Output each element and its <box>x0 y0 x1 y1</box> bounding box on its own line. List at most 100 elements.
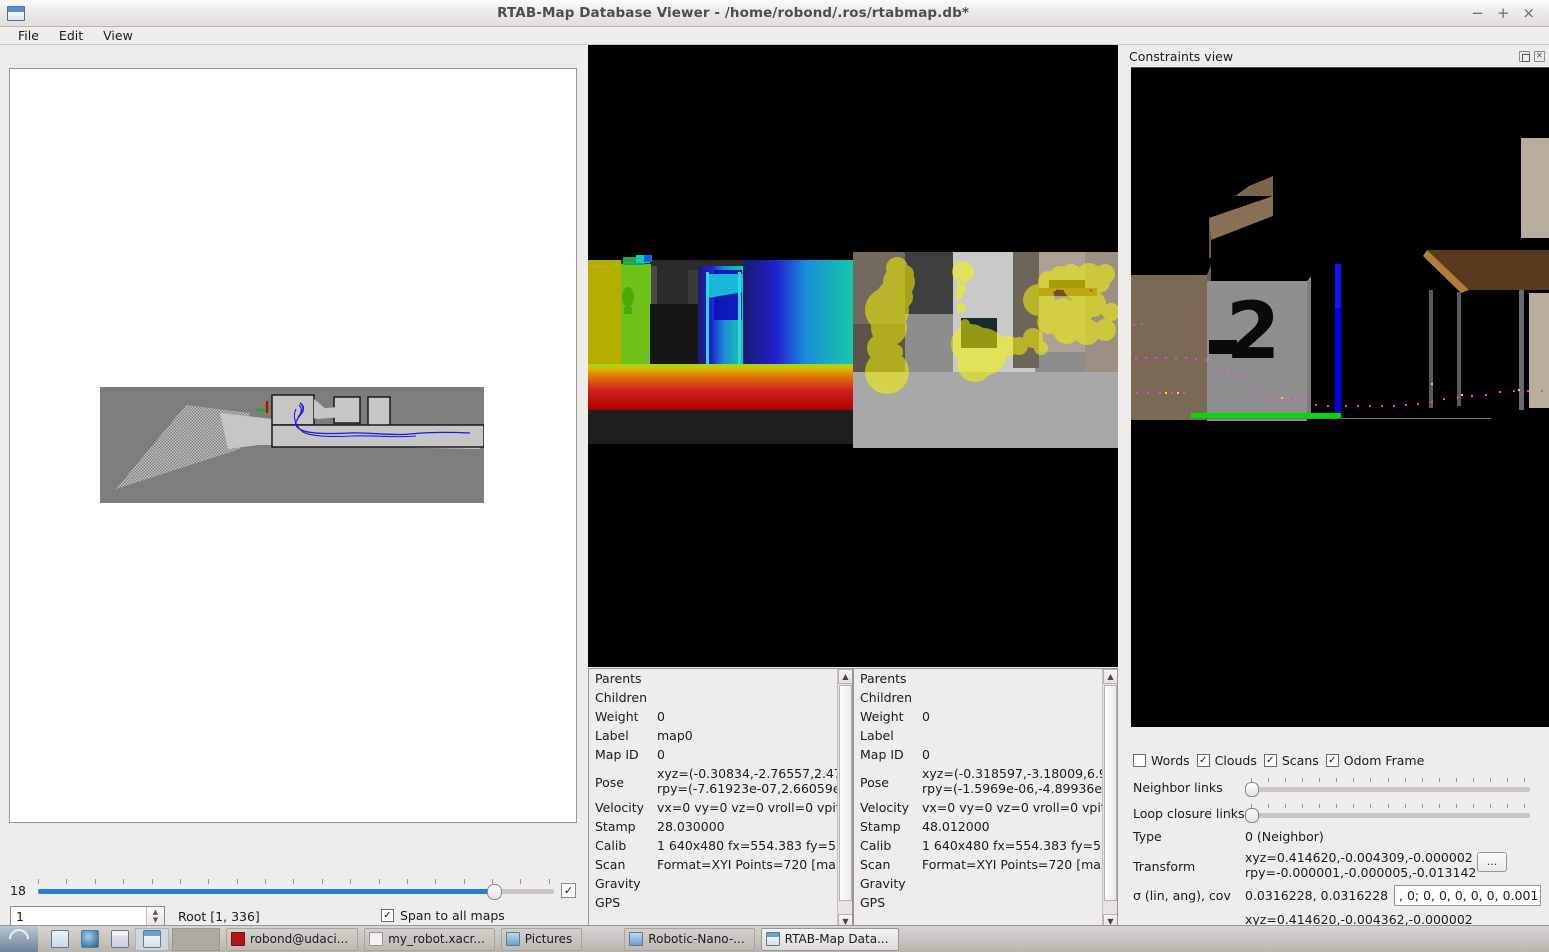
info-right-vertical-scrollbar[interactable]: ▲ ▼ <box>1102 669 1117 929</box>
menu-edit[interactable]: Edit <box>49 27 93 44</box>
info-row: Pose xyz=(-0.30834,-2.76557,2.476 rpy=(-7… <box>589 764 838 798</box>
constraints-view-dock-title: Constraints view ✕ <box>1125 45 1549 67</box>
minimize-button[interactable]: − <box>1471 5 1484 21</box>
info-row: Map ID 0 <box>589 745 838 764</box>
neighbor-links-slider[interactable] <box>1245 778 1530 800</box>
checkbox-words[interactable]: Words <box>1133 753 1190 768</box>
rgb-features-image-view[interactable] <box>853 252 1118 452</box>
graph-view-panel: 18 ✓ 1 ▲ ▼ Root [1, 336] ✓ Span to all m… <box>0 45 586 948</box>
sigma-value: 0.0316228, 0.0316228 <box>1245 888 1389 903</box>
taskbar-item-pictures[interactable]: Pictures <box>500 927 583 951</box>
point-cloud-render: 2 <box>1131 68 1549 727</box>
slider-fill <box>38 889 493 894</box>
constraints-view-float-icon[interactable] <box>1519 50 1530 62</box>
loop-closure-links-slider[interactable] <box>1245 804 1530 826</box>
info-key: Map ID <box>595 747 639 762</box>
scrollbar-thumb[interactable] <box>1104 685 1117 901</box>
span-to-all-maps-checkbox[interactable]: ✓ Span to all maps <box>381 908 505 923</box>
info-row: Scan Format=XYI Points=720 [max <box>589 855 838 874</box>
sigma-row: σ (lin, ang), cov 0.0316228, 0.0316228 <box>1133 888 1388 903</box>
info-row: GPS <box>854 893 1103 912</box>
info-value: 48.012000 <box>922 819 990 834</box>
info-value: map0 <box>657 728 693 743</box>
taskbar-item-label: robond@udaci... <box>250 932 349 946</box>
scans-checkbox-box[interactable]: ✓ <box>1263 754 1277 767</box>
menubar: File Edit View <box>0 27 1549 45</box>
slider-handle[interactable] <box>1245 782 1259 797</box>
slider-handle[interactable] <box>486 884 502 900</box>
covariance-field[interactable]: , 0; 0, 0, 0, 0, 0, 0.001] <box>1394 885 1541 906</box>
spinbox-down-icon[interactable]: ▼ <box>153 916 158 924</box>
node-info-left-table: Parents Children Weight 0 Label map0 Map I… <box>589 669 838 912</box>
info-value: xyz=(-0.30834,-2.76557,2.476 rpy=(-7.619… <box>657 766 838 796</box>
taskbar-blank-slot <box>172 927 220 951</box>
taskbar-item-rtabmap[interactable]: RTAB-Map Data... <box>760 927 899 951</box>
graph-view-canvas[interactable] <box>9 68 577 823</box>
taskbar-item-xacro[interactable]: my_robot.xacr... <box>364 927 495 951</box>
close-button[interactable]: × <box>1522 5 1535 21</box>
graph-node-slider[interactable] <box>38 878 554 904</box>
transform-value: xyz=0.414620,-0.004309,-0.000002 rpy=-0.… <box>1245 850 1477 880</box>
menu-view[interactable]: View <box>93 27 143 44</box>
window-titlebar: RTAB-Map Database Viewer - /home/robond/… <box>0 0 1549 27</box>
span-checkbox-box[interactable]: ✓ <box>381 909 394 922</box>
root-id-spinbox[interactable]: 1 ▲ ▼ <box>10 906 165 926</box>
checkbox-odom-frame[interactable]: ✓ Odom Frame <box>1325 753 1424 768</box>
sigma-label: σ (lin, ang), cov <box>1133 888 1231 903</box>
node-info-right-panel[interactable]: Parents Children Weight 0 Label Map ID 0 P… <box>853 668 1118 930</box>
info-row: Map ID 0 <box>854 745 1103 764</box>
info-key: Stamp <box>595 819 636 834</box>
checkbox-scans[interactable]: ✓ Scans <box>1263 753 1319 768</box>
info-value: 0 <box>922 709 930 724</box>
node-info-left-panel[interactable]: Parents Children Weight 0 Label map0 Map I… <box>588 668 853 930</box>
spinbox-arrows[interactable]: ▲ ▼ <box>146 907 164 925</box>
info-row: Parents <box>589 669 838 688</box>
info-row: Stamp 48.012000 <box>854 817 1103 836</box>
info-row: Calib 1 640x480 fx=554.383 fy=554 <box>589 836 838 855</box>
info-key: Gravity <box>595 876 641 891</box>
root-id-value[interactable]: 1 <box>11 909 146 924</box>
constraints-view-close-icon[interactable]: ✕ <box>1534 50 1545 62</box>
info-row: Velocity vx=0 vy=0 vz=0 vroll=0 vpitc <box>589 798 838 817</box>
constraints-view-canvas[interactable]: 2 <box>1131 67 1549 727</box>
globe-icon[interactable] <box>77 926 103 952</box>
files-icon[interactable] <box>47 926 73 952</box>
system-menu-icon[interactable] <box>0 924 38 952</box>
info-value: Format=XYI Points=720 [max <box>657 857 838 872</box>
taskbar-launchers <box>0 924 220 952</box>
menu-file[interactable]: File <box>8 27 49 44</box>
info-value: vx=0 vy=0 vz=0 vroll=0 vpitc <box>922 800 1103 815</box>
scans-checkbox-label: Scans <box>1281 753 1319 768</box>
scroll-up-icon[interactable]: ▲ <box>1103 669 1117 684</box>
words-checkbox-box[interactable] <box>1133 754 1146 767</box>
slider-groove <box>1245 813 1530 818</box>
info-key: Map ID <box>860 747 904 762</box>
info-key: Children <box>860 690 913 705</box>
info-left-vertical-scrollbar[interactable]: ▲ ▼ <box>837 669 852 929</box>
checkbox-clouds[interactable]: ✓ Clouds <box>1196 753 1257 768</box>
maximize-button[interactable]: + <box>1497 5 1510 21</box>
info-row: Children <box>589 688 838 707</box>
scroll-up-icon[interactable]: ▲ <box>838 669 852 684</box>
taskbar-item-terminal[interactable]: robond@udaci... <box>226 927 359 951</box>
info-value: 1 640x480 fx=554.383 fy=554 <box>657 838 838 853</box>
slider-handle[interactable] <box>1245 808 1259 823</box>
transform-more-button[interactable]: ... <box>1477 852 1507 872</box>
terminal-icon[interactable] <box>107 926 133 952</box>
spinbox-up-icon[interactable]: ▲ <box>153 908 158 916</box>
info-row: Weight 0 <box>854 707 1103 726</box>
slider-ticks <box>38 879 554 885</box>
info-key: Scan <box>860 857 891 872</box>
depth-image-view[interactable] <box>588 252 853 452</box>
constraints-display-checkboxes: Words ✓ Clouds ✓ Scans ✓ Odom Frame <box>1133 753 1424 768</box>
slider-enable-checkbox[interactable]: ✓ <box>561 883 576 898</box>
info-row: Parents <box>854 669 1103 688</box>
taskbar-item-robotic-nano[interactable]: Robotic-Nano-... <box>624 927 755 951</box>
info-key: Pose <box>595 775 624 790</box>
scrollbar-thumb[interactable] <box>839 685 852 901</box>
info-key: Parents <box>860 671 907 686</box>
window-switcher-icon[interactable] <box>135 927 169 951</box>
type-row: Type 0 (Neighbor) <box>1133 829 1324 844</box>
clouds-checkbox-box[interactable]: ✓ <box>1196 754 1210 767</box>
odom-frame-checkbox-box[interactable]: ✓ <box>1325 754 1339 767</box>
